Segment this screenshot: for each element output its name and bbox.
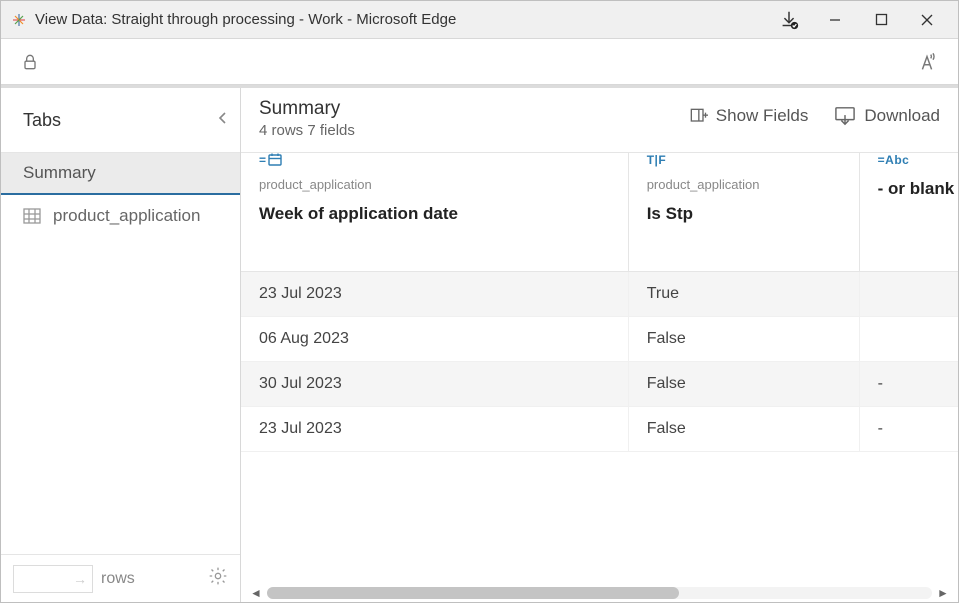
download-button[interactable]: Download bbox=[834, 106, 940, 126]
cell: - bbox=[859, 406, 958, 451]
rows-label: rows bbox=[101, 570, 135, 588]
table-row[interactable]: 30 Jul 2023 False - 04 Aug 2 bbox=[241, 361, 958, 406]
cell: False bbox=[628, 361, 859, 406]
sheet-icon bbox=[23, 208, 41, 224]
download-label: Download bbox=[864, 106, 940, 126]
minimize-button[interactable] bbox=[812, 4, 858, 36]
tab-product-application[interactable]: product_application bbox=[1, 195, 240, 237]
arrow-right-icon: → bbox=[73, 571, 87, 587]
string-type-icon: =Abc bbox=[878, 153, 958, 167]
cell: False bbox=[628, 406, 859, 451]
column-source: product_application bbox=[259, 177, 610, 192]
sidebar-footer: → rows bbox=[1, 554, 240, 602]
column-name: Is Stp bbox=[647, 204, 841, 224]
content-header-actions: Show Fields Download bbox=[688, 106, 940, 126]
content-header: Summary 4 rows 7 fields Show Fields Down… bbox=[241, 88, 958, 153]
cell: True bbox=[628, 271, 859, 316]
read-aloud-icon[interactable] bbox=[910, 51, 944, 73]
cell: 23 Jul 2023 bbox=[241, 271, 628, 316]
maximize-button[interactable] bbox=[858, 4, 904, 36]
sidebar-item-label: Summary bbox=[23, 163, 96, 183]
window: View Data: Straight through processing -… bbox=[0, 0, 959, 603]
cell: 06 Aug 2023 bbox=[241, 316, 628, 361]
show-fields-icon bbox=[688, 106, 708, 126]
cell bbox=[859, 271, 958, 316]
cell: False bbox=[628, 316, 859, 361]
table-row[interactable]: 23 Jul 2023 True bbox=[241, 271, 958, 316]
column-header[interactable]: T|F product_application Is Stp bbox=[628, 153, 859, 271]
show-fields-label: Show Fields bbox=[716, 106, 809, 126]
scroll-left-icon[interactable]: ◄ bbox=[249, 586, 263, 600]
tableau-favicon bbox=[9, 10, 29, 30]
content: Summary 4 rows 7 fields Show Fields Down… bbox=[241, 88, 958, 602]
cell: - bbox=[859, 361, 958, 406]
address-bar bbox=[1, 39, 958, 85]
column-header[interactable]: = product_application Week of applicatio… bbox=[241, 153, 628, 271]
sidebar-header-title: Tabs bbox=[23, 110, 216, 131]
window-title: View Data: Straight through processing -… bbox=[35, 11, 456, 28]
sidebar-list: Summary product_application bbox=[1, 153, 240, 554]
content-title: Summary bbox=[259, 98, 355, 120]
settings-button[interactable] bbox=[208, 566, 228, 591]
boolean-type-icon: T|F bbox=[647, 153, 841, 167]
show-fields-button[interactable]: Show Fields bbox=[688, 106, 809, 126]
horizontal-scrollbar[interactable]: ◄ ► bbox=[241, 584, 958, 602]
sidebar-item-label: product_application bbox=[53, 206, 200, 226]
table-row[interactable]: 06 Aug 2023 False bbox=[241, 316, 958, 361]
date-type-icon: = bbox=[259, 153, 610, 167]
data-table: = product_application Week of applicatio… bbox=[241, 153, 958, 452]
rows-input-wrap: → bbox=[13, 565, 93, 593]
download-icon bbox=[834, 106, 856, 126]
content-meta: 4 rows 7 fields bbox=[259, 122, 355, 139]
sidebar: Tabs Summary product_application bbox=[1, 88, 241, 602]
close-button[interactable] bbox=[904, 4, 950, 36]
scroll-track[interactable] bbox=[267, 587, 932, 599]
lock-icon[interactable] bbox=[15, 52, 45, 72]
sidebar-header: Tabs bbox=[1, 88, 240, 153]
cell bbox=[859, 316, 958, 361]
downloads-icon[interactable] bbox=[766, 4, 812, 36]
cell: 30 Jul 2023 bbox=[241, 361, 628, 406]
scroll-thumb[interactable] bbox=[267, 587, 679, 599]
column-header[interactable]: =Abc - or blank bbox=[859, 153, 958, 271]
column-source: product_application bbox=[647, 177, 841, 192]
titlebar: View Data: Straight through processing -… bbox=[1, 1, 958, 39]
column-name: Week of application date bbox=[259, 204, 610, 224]
cell: 23 Jul 2023 bbox=[241, 406, 628, 451]
main: Tabs Summary product_application bbox=[1, 88, 958, 602]
table-wrap: = product_application Week of applicatio… bbox=[241, 153, 958, 602]
tab-summary[interactable]: Summary bbox=[1, 153, 240, 195]
collapse-sidebar-icon[interactable] bbox=[216, 111, 230, 130]
column-name: - or blank bbox=[878, 179, 958, 199]
scroll-right-icon[interactable]: ► bbox=[936, 586, 950, 600]
table-row[interactable]: 23 Jul 2023 False - 27 Jul 20 bbox=[241, 406, 958, 451]
